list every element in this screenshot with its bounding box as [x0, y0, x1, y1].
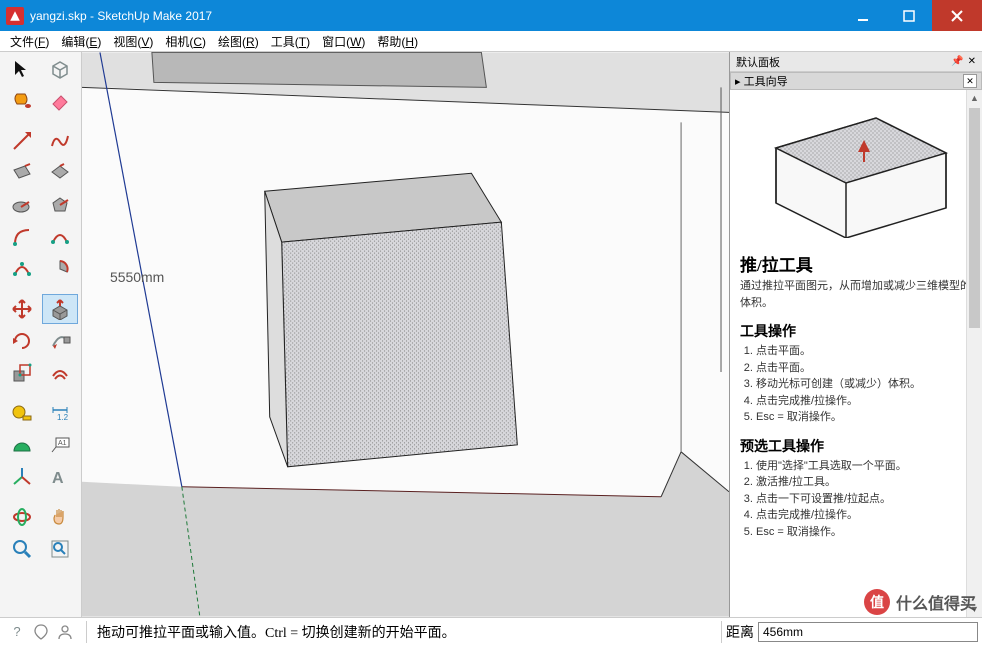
- minimize-button[interactable]: [840, 0, 886, 31]
- pre-list: 使用"选择"工具选取一个平面。激活推/拉工具。点击一下可设置推/拉起点。点击完成…: [740, 458, 972, 541]
- 3d-viewport[interactable]: 5550mm: [82, 52, 730, 617]
- status-hint: 拖动可推拉平面或输入值。Ctrl = 切换创建新的开始平面。: [91, 622, 717, 642]
- op-step: Esc = 取消操作。: [756, 409, 972, 426]
- sub-title: ▸ 工具向导: [735, 73, 788, 89]
- pin-icon[interactable]: 📌: [951, 56, 963, 67]
- instructor-panel: 默认面板 📌 ✕ ▸ 工具向导 ✕ 推/拉工具 通过推拉平面图元，从而增加或减少…: [730, 52, 982, 617]
- 3d-text-tool[interactable]: A: [42, 462, 78, 492]
- text-tool[interactable]: A1: [42, 430, 78, 460]
- pre-step: 激活推/拉工具。: [756, 474, 972, 491]
- op-step: 点击平面。: [756, 360, 972, 377]
- op-step: 点击完成推/拉操作。: [756, 393, 972, 410]
- close-button[interactable]: [932, 0, 982, 31]
- offset-tool[interactable]: [42, 358, 78, 388]
- ops-list: 点击平面。点击平面。移动光标可创建（或减少）体积。点击完成推/拉操作。Esc =…: [740, 343, 972, 426]
- rotated-rectangle-tool[interactable]: [42, 158, 78, 188]
- polygon-tool[interactable]: [42, 190, 78, 220]
- op-step: 点击平面。: [756, 343, 972, 360]
- dimension-label: 5550mm: [110, 269, 164, 285]
- tape-measure-tool[interactable]: [4, 398, 40, 428]
- pre-step: 点击完成推/拉操作。: [756, 507, 972, 524]
- axes-tool[interactable]: [4, 462, 40, 492]
- menu-v[interactable]: 视图(V): [107, 31, 159, 52]
- select-tool[interactable]: [4, 54, 40, 84]
- menu-r[interactable]: 绘图(R): [212, 31, 265, 52]
- scroll-up-icon[interactable]: ▲: [967, 90, 982, 106]
- panel-header[interactable]: 默认面板 📌 ✕: [730, 52, 982, 72]
- tool-palette: 1.2 A1 A: [0, 52, 82, 617]
- line-tool[interactable]: [4, 126, 40, 156]
- pre-heading: 预选工具操作: [740, 436, 972, 456]
- tool-title: 推/拉工具: [740, 251, 972, 276]
- menu-e[interactable]: 编辑(E): [55, 31, 107, 52]
- sub-close-icon[interactable]: ✕: [963, 74, 977, 88]
- pan-tool[interactable]: [42, 502, 78, 532]
- protractor-tool[interactable]: [4, 430, 40, 460]
- geo-icon[interactable]: [32, 623, 50, 641]
- menu-w[interactable]: 窗口(W): [316, 31, 371, 52]
- follow-me-tool[interactable]: [42, 326, 78, 356]
- help-icon[interactable]: ?: [8, 623, 26, 641]
- 3point-arc-tool[interactable]: [4, 254, 40, 284]
- zoom-tool[interactable]: [4, 534, 40, 564]
- menu-h[interactable]: 帮助(H): [371, 31, 424, 52]
- maximize-button[interactable]: [886, 0, 932, 31]
- push-pull-tool[interactable]: [42, 294, 78, 324]
- window-title: yangzi.skp - SketchUp Make 2017: [30, 9, 840, 23]
- ops-heading: 工具操作: [740, 321, 972, 341]
- svg-text:A: A: [52, 470, 64, 487]
- dimension-tool[interactable]: 1.2: [42, 398, 78, 428]
- rotate-tool[interactable]: [4, 326, 40, 356]
- menu-c[interactable]: 相机(C): [159, 31, 212, 52]
- pre-step: Esc = 取消操作。: [756, 524, 972, 541]
- menu-t[interactable]: 工具(T): [265, 31, 316, 52]
- distance-label: 距离: [726, 622, 754, 642]
- orbit-tool[interactable]: [4, 502, 40, 532]
- svg-text:A1: A1: [58, 440, 67, 447]
- user-icon[interactable]: [56, 623, 74, 641]
- paint-bucket-tool[interactable]: [4, 86, 40, 116]
- panel-scrollbar[interactable]: ▲ ▼: [966, 90, 982, 617]
- make-component-tool[interactable]: [42, 54, 78, 84]
- freehand-tool[interactable]: [42, 126, 78, 156]
- panel-close-icon[interactable]: ✕: [968, 56, 976, 67]
- distance-input[interactable]: [758, 622, 978, 642]
- statusbar: ? 拖动可推拉平面或输入值。Ctrl = 切换创建新的开始平面。 距离: [0, 617, 982, 645]
- scroll-down-icon[interactable]: ▼: [967, 601, 982, 617]
- tool-illustration: [740, 98, 972, 238]
- move-tool[interactable]: [4, 294, 40, 324]
- titlebar: yangzi.skp - SketchUp Make 2017: [0, 0, 982, 31]
- zoom-extents-tool[interactable]: [42, 534, 78, 564]
- rectangle-tool[interactable]: [4, 158, 40, 188]
- app-logo-icon: [6, 7, 24, 25]
- menu-f[interactable]: 文件(F): [4, 31, 55, 52]
- svg-text:1.2: 1.2: [57, 413, 69, 422]
- eraser-tool[interactable]: [42, 86, 78, 116]
- arc-tool[interactable]: [4, 222, 40, 252]
- menubar: 文件(F)编辑(E)视图(V)相机(C)绘图(R)工具(T)窗口(W)帮助(H): [0, 31, 982, 52]
- panel-title: 默认面板: [736, 54, 780, 70]
- pie-tool[interactable]: [42, 254, 78, 284]
- panel-sub-header[interactable]: ▸ 工具向导 ✕: [730, 72, 982, 90]
- 2point-arc-tool[interactable]: [42, 222, 78, 252]
- tool-description: 通过推拉平面图元，从而增加或减少三维模型的体积。: [740, 278, 972, 311]
- scroll-thumb[interactable]: [969, 108, 980, 328]
- op-step: 移动光标可创建（或减少）体积。: [756, 376, 972, 393]
- scale-tool[interactable]: [4, 358, 40, 388]
- circle-tool[interactable]: [4, 190, 40, 220]
- pre-step: 点击一下可设置推/拉起点。: [756, 491, 972, 508]
- pre-step: 使用"选择"工具选取一个平面。: [756, 458, 972, 475]
